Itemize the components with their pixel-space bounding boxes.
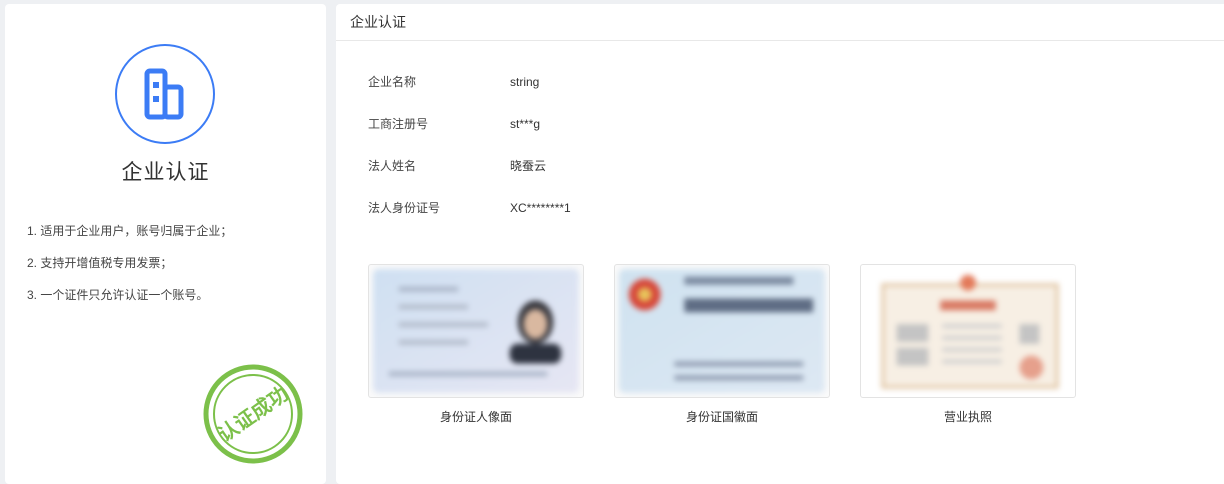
- caption-business-license: 营业执照: [943, 410, 992, 424]
- note-item: 3. 一个证件只允许认证一个账号。: [27, 288, 209, 302]
- enterprise-auth-main: 企业认证 企业名称 string 工商注册号 st***g 法人姓名 晓蚕云 法…: [336, 4, 1224, 484]
- auth-notes: 1. 适用于企业用户，账号归属于企业； 2. 支持开增值税专用发票； 3. 一个…: [27, 221, 232, 317]
- business-license-image[interactable]: [860, 264, 1076, 398]
- field-value: st***g: [510, 117, 541, 131]
- id-emblem-image[interactable]: [614, 264, 830, 398]
- building-icon: [115, 44, 215, 144]
- caption-id-emblem: 身份证国徽面: [685, 410, 758, 424]
- caption-id-portrait: 身份证人像面: [439, 410, 512, 424]
- main-header-title: 企业认证: [336, 4, 1224, 41]
- note-item: 1. 适用于企业用户，账号归属于企业；: [27, 224, 233, 238]
- field-label: 工商注册号: [368, 117, 429, 131]
- field-value: string: [510, 75, 540, 89]
- id-portrait-image[interactable]: [368, 264, 584, 398]
- enterprise-auth-sidebar: 企业认证 1. 适用于企业用户，账号归属于企业； 2. 支持开增值税专用发票； …: [5, 4, 326, 484]
- stamp-text: 认证成功: [213, 381, 292, 447]
- sidebar-title: 企业认证: [121, 161, 210, 184]
- field-label: 企业名称: [368, 75, 417, 89]
- field-label: 法人姓名: [368, 159, 417, 173]
- field-label: 法人身份证号: [368, 201, 441, 215]
- auth-success-stamp: 认证成功: [203, 364, 303, 464]
- field-value: XC********1: [510, 201, 571, 215]
- note-item: 2. 支持开增值税专用发票；: [27, 256, 173, 270]
- field-value: 晓蚕云: [510, 159, 547, 173]
